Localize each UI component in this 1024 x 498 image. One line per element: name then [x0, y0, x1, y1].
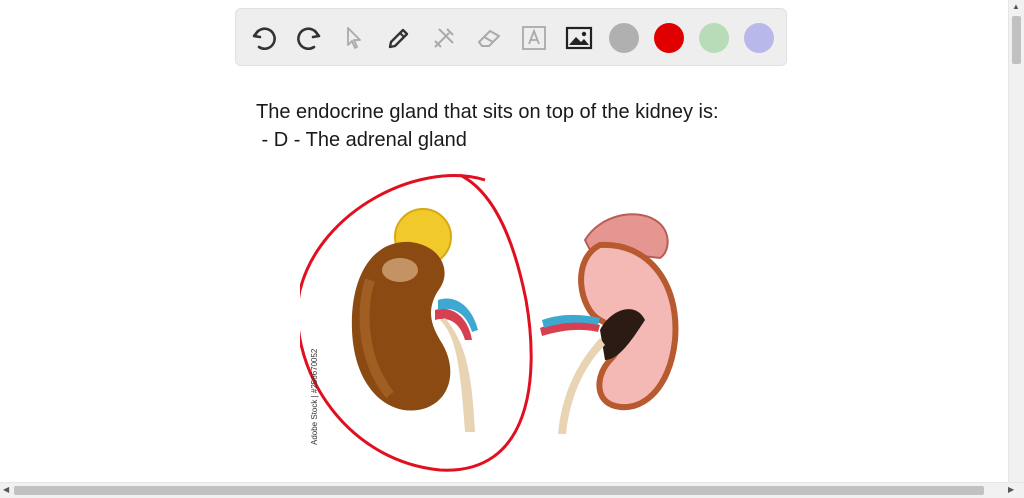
undo-button[interactable]	[248, 22, 280, 54]
scroll-up-icon[interactable]: ▲	[1012, 3, 1020, 11]
kidney-illustration	[300, 173, 679, 472]
pen-icon	[388, 28, 409, 49]
color-swatch-lavender[interactable]	[744, 23, 774, 53]
horizontal-scroll-thumb[interactable]	[14, 486, 984, 495]
redo-button[interactable]	[293, 22, 325, 54]
text-tool[interactable]	[518, 22, 550, 54]
answer-question-text: The endocrine gland that sits on top of …	[256, 101, 719, 123]
answer-text: - D - The adrenal gland	[256, 129, 467, 151]
color-swatch-gray[interactable]	[609, 23, 639, 53]
pointer-icon	[347, 27, 361, 49]
color-swatch-red[interactable]	[654, 23, 684, 53]
undo-icon	[252, 27, 276, 50]
scroll-right-icon[interactable]: ▶	[1008, 486, 1014, 494]
pen-tool[interactable]	[383, 22, 415, 54]
eraser-icon	[478, 30, 500, 47]
pointer-tool[interactable]	[338, 22, 370, 54]
tools-icon	[434, 28, 454, 48]
horizontal-scrollbar[interactable]: ◀ ▶	[0, 482, 1024, 498]
tools-tool[interactable]	[428, 22, 460, 54]
color-swatch-green[interactable]	[699, 23, 729, 53]
drawing-toolbar	[235, 8, 787, 66]
image-credit: Adobe Stock | #256670052	[310, 348, 319, 445]
redo-icon	[297, 27, 321, 50]
image-tool[interactable]	[563, 22, 595, 54]
text-icon	[522, 26, 546, 50]
scroll-left-icon[interactable]: ◀	[3, 486, 9, 494]
vertical-scrollbar[interactable]: ▲	[1008, 0, 1024, 483]
eraser-tool[interactable]	[473, 22, 505, 54]
image-icon	[565, 26, 593, 50]
vertical-scroll-thumb[interactable]	[1012, 16, 1021, 64]
